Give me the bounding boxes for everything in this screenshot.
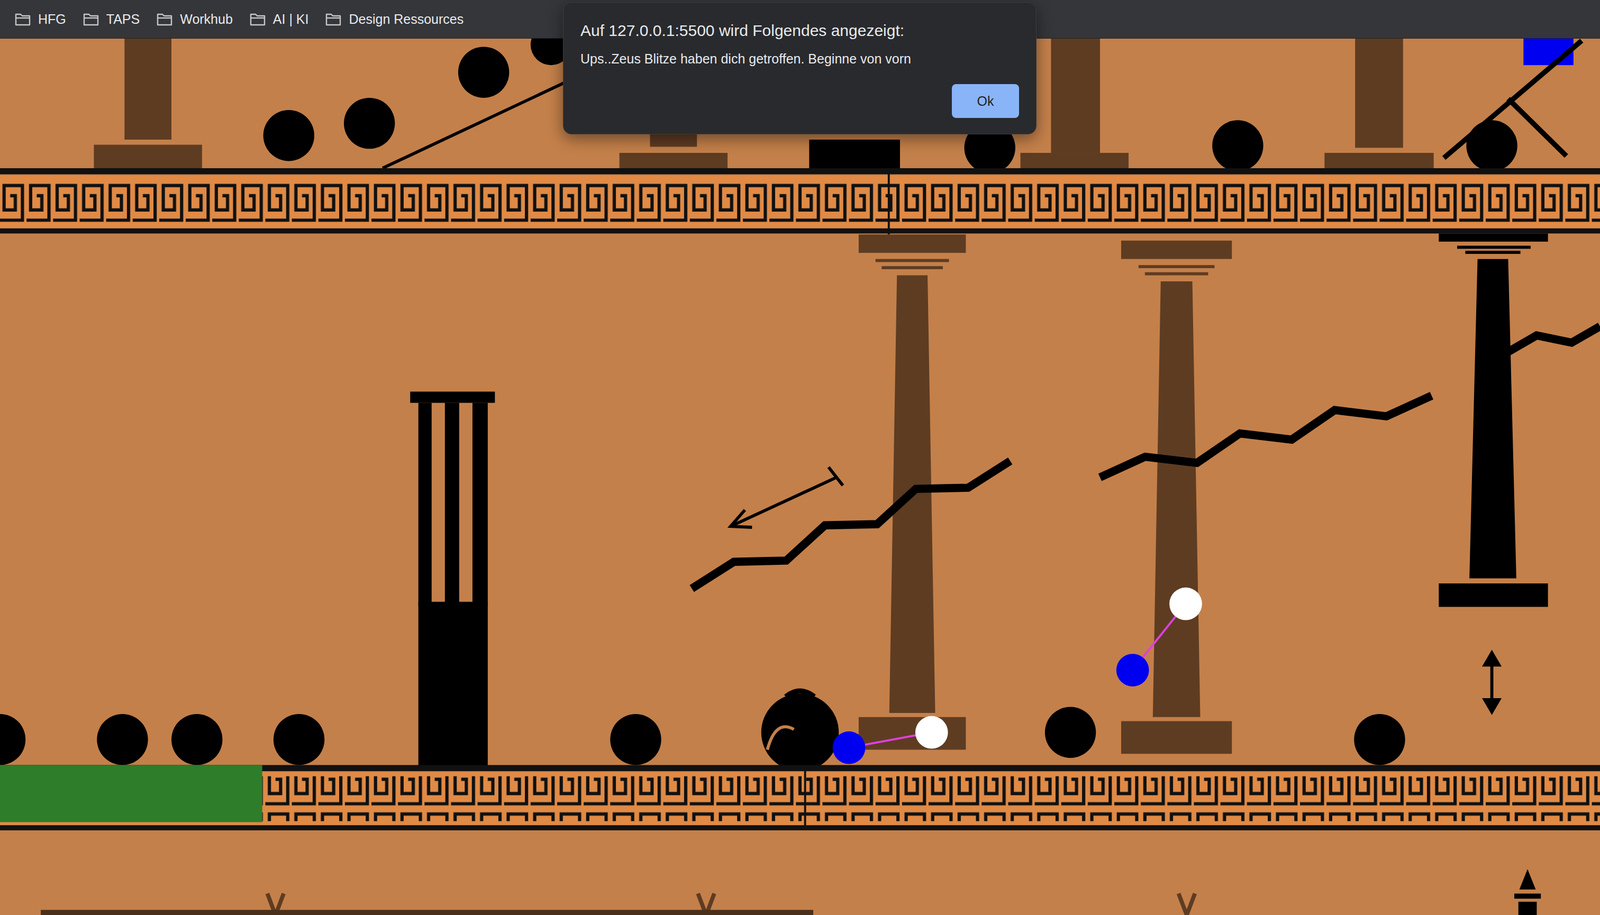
game-canvas[interactable]: [0, 38, 1600, 915]
lightning-bolt: [692, 461, 1011, 589]
black-ball: [273, 714, 325, 766]
arrow: [730, 467, 843, 528]
bookmark[interactable]: AI | KI: [249, 11, 309, 27]
black-ball: [343, 97, 395, 149]
page: HFG TAPS Workhub AI | KI Design Ressources Au…: [0, 0, 1600, 915]
upper-frieze: [0, 168, 1600, 234]
folder-icon: [325, 12, 342, 26]
lower-frieze: [0, 765, 1600, 831]
bookmark[interactable]: HFG: [14, 11, 67, 27]
gate: [410, 391, 495, 768]
bookmark[interactable]: TAPS: [83, 11, 140, 27]
black-ball: [96, 714, 148, 766]
player-helmet[interactable]: [761, 691, 840, 772]
folder-icon: [156, 12, 173, 26]
black-ball: [1212, 120, 1263, 171]
torch: [1514, 869, 1541, 915]
black-column: [1438, 233, 1548, 607]
black-ball: [458, 46, 509, 98]
folder-icon: [249, 12, 266, 26]
start-platform: [0, 765, 263, 823]
pendulum[interactable]: [1116, 587, 1203, 687]
pendulum[interactable]: [832, 716, 949, 765]
black-ball: [1466, 120, 1517, 171]
black-ball: [0, 714, 26, 766]
background: [0, 38, 1600, 915]
dialog-message: Ups..Zeus Blitze haben dich getroffen. B…: [580, 50, 1020, 68]
black-ball: [171, 714, 223, 766]
dialog-title: Auf 127.0.0.1:5500 wird Folgendes angeze…: [580, 20, 1020, 41]
lightning-bolt: [1507, 326, 1600, 352]
bookmark[interactable]: Design Ressources: [325, 11, 464, 27]
bookmark[interactable]: Workhub: [156, 11, 233, 27]
alert-dialog: Auf 127.0.0.1:5500 wird Folgendes angeze…: [562, 2, 1037, 135]
black-ball: [1353, 714, 1405, 766]
black-ball: [1044, 706, 1096, 758]
up-down-arrow: [1484, 652, 1499, 713]
lower-ledge: [40, 910, 814, 915]
folder-icon: [83, 12, 99, 26]
folder-icon: [14, 12, 31, 26]
lightning-bolt: [1100, 395, 1432, 478]
black-block: [808, 139, 900, 170]
dialog-actions: Ok: [580, 76, 1020, 118]
ok-button[interactable]: Ok: [951, 84, 1020, 118]
catapult: [1443, 40, 1582, 159]
black-ball: [610, 714, 661, 766]
black-ball: [263, 110, 315, 161]
